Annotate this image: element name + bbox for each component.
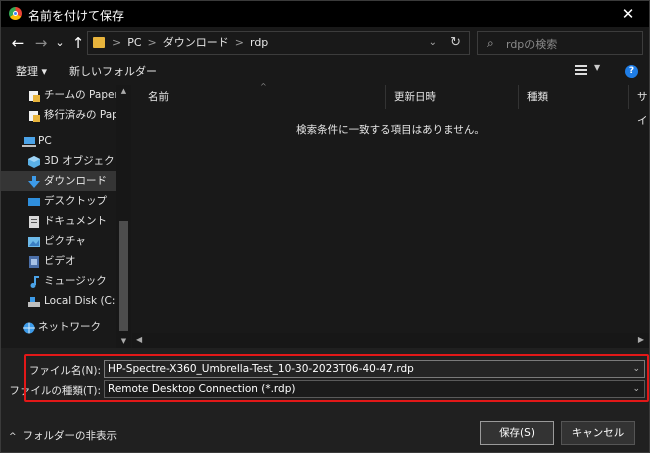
column-headers: ^ 名前 更新日時 種類 サイ — [132, 82, 649, 127]
column-header-name[interactable]: 名前 — [140, 85, 386, 109]
column-header-size[interactable]: サイ — [629, 85, 649, 127]
save-as-dialog: 名前を付けて保存 ✕ ← → ⌄ ↑ > PC > ダウンロード > rdp ⌄ ↻ ⌕ … — [0, 0, 650, 453]
breadcrumb-downloads[interactable]: ダウンロード — [163, 36, 229, 49]
empty-message: 検索条件に一致する項目はありません。 — [296, 124, 485, 136]
search-input[interactable] — [504, 34, 638, 54]
highlight-box — [24, 354, 649, 402]
sidebar-item-migrated-paper[interactable]: 移行済みの Paper — [1, 105, 116, 125]
breadcrumb-separator: > — [234, 36, 244, 49]
new-folder-button[interactable]: 新しいフォルダー — [69, 63, 157, 81]
sidebar-item-label: ミュージック — [44, 275, 107, 287]
address-bar[interactable]: > PC > ダウンロード > rdp ⌄ ↻ — [87, 31, 470, 55]
help-icon[interactable]: ? — [625, 65, 638, 78]
breadcrumb-pc[interactable]: PC — [127, 36, 141, 49]
sidebar-item-documents[interactable]: ドキュメント — [1, 211, 116, 231]
command-toolbar: 整理 ▾ 新しいフォルダー ▼ ? — [1, 59, 649, 85]
scrollbar-thumb[interactable] — [119, 221, 128, 331]
sidebar-item-downloads[interactable]: ダウンロード — [1, 171, 116, 191]
file-list: ^ 名前 更新日時 種類 サイ 検索条件に一致する項目はありません。 — [132, 82, 649, 348]
sidebar-item-pictures[interactable]: ピクチャ — [1, 231, 116, 251]
sidebar-item-network[interactable]: ネットワーク — [1, 317, 116, 337]
desktop-icon — [28, 195, 40, 207]
column-header-date-modified[interactable]: 更新日時 — [386, 85, 519, 109]
paper-icon — [28, 89, 40, 102]
scroll-left-arrow-icon[interactable]: ◀ — [136, 335, 142, 344]
refresh-icon[interactable]: ↻ — [450, 32, 461, 54]
close-button[interactable]: ✕ — [611, 3, 645, 25]
sidebar-item-team-paper[interactable]: チームの Paper ドキ — [1, 85, 116, 105]
chevron-up-icon: ^ — [9, 432, 17, 442]
recent-locations-chevron-icon[interactable]: ⌄ — [53, 32, 67, 54]
folder-icon — [93, 37, 105, 48]
scroll-up-arrow-icon[interactable]: ▲ — [116, 87, 131, 95]
picture-icon — [28, 235, 40, 247]
breadcrumb-rdp[interactable]: rdp — [250, 36, 268, 49]
pc-icon — [22, 135, 36, 147]
paper-icon — [28, 109, 40, 122]
view-dropdown-icon[interactable]: ▼ — [594, 63, 600, 72]
download-icon — [28, 175, 40, 188]
music-icon — [28, 275, 40, 288]
breadcrumb: > PC > ダウンロード > rdp — [112, 32, 268, 54]
hide-folders-toggle[interactable]: ^ フォルダーの非表示 — [9, 428, 117, 443]
forward-arrow-icon[interactable]: → — [32, 32, 50, 54]
hide-folders-label: フォルダーの非表示 — [22, 430, 118, 442]
sidebar-item-local-disk[interactable]: Local Disk (C:) — [1, 291, 116, 311]
sidebar-item-label: PC — [38, 135, 52, 147]
breadcrumb-separator: > — [112, 36, 122, 49]
window-title: 名前を付けて保存 — [28, 9, 125, 23]
save-button[interactable]: 保存(S) — [480, 421, 554, 445]
network-icon — [22, 321, 35, 334]
scroll-right-arrow-icon[interactable]: ▶ — [638, 335, 644, 344]
chrome-icon — [9, 7, 22, 20]
sidebar-item-label: チームの Paper ドキ — [44, 89, 116, 101]
search-box[interactable]: ⌕ — [477, 31, 643, 55]
sidebar-item-videos[interactable]: ビデオ — [1, 251, 116, 271]
sidebar-item-label: Local Disk (C:) — [44, 295, 116, 307]
up-arrow-icon[interactable]: ↑ — [69, 32, 87, 54]
sidebar-item-pc[interactable]: PC — [1, 131, 116, 151]
navigation-pane: チームの Paper ドキ 移行済みの Paper PC 3D オブジェクト ダ… — [1, 85, 132, 348]
view-options-icon[interactable] — [575, 65, 587, 75]
cancel-button[interactable]: キャンセル — [561, 421, 635, 445]
sidebar-item-label: デスクトップ — [44, 195, 107, 207]
search-icon: ⌕ — [487, 36, 494, 50]
sidebar-item-label: ビデオ — [44, 255, 76, 267]
breadcrumb-separator: > — [147, 36, 157, 49]
scroll-down-arrow-icon[interactable]: ▼ — [116, 337, 131, 345]
sidebar-item-label: ダウンロード — [44, 175, 107, 187]
document-icon — [28, 215, 40, 228]
navigation-bar: ← → ⌄ ↑ > PC > ダウンロード > rdp ⌄ ↻ ⌕ — [1, 27, 649, 59]
back-arrow-icon[interactable]: ← — [9, 32, 27, 54]
sidebar-item-label: ネットワーク — [38, 321, 101, 333]
column-header-type[interactable]: 種類 — [519, 85, 629, 109]
horizontal-scrollbar[interactable]: ◀ ▶ — [132, 333, 649, 348]
sidebar-item-label: ドキュメント — [44, 215, 107, 227]
sidebar-scrollbar[interactable]: ▲ ▼ — [116, 85, 131, 348]
sidebar-item-label: 3D オブジェクト — [44, 155, 116, 167]
title-bar: 名前を付けて保存 ✕ — [1, 1, 649, 27]
sidebar-item-label: 移行済みの Paper — [44, 109, 116, 121]
video-icon — [28, 255, 40, 268]
sidebar-item-desktop[interactable]: デスクトップ — [1, 191, 116, 211]
cube-icon — [28, 155, 40, 168]
address-dropdown-icon[interactable]: ⌄ — [429, 32, 437, 54]
sidebar-item-3d-objects[interactable]: 3D オブジェクト — [1, 151, 116, 171]
disk-icon — [28, 295, 40, 307]
organize-button[interactable]: 整理 ▾ — [16, 63, 47, 81]
sidebar-item-label: ピクチャ — [44, 235, 86, 247]
sidebar-item-music[interactable]: ミュージック — [1, 271, 116, 291]
